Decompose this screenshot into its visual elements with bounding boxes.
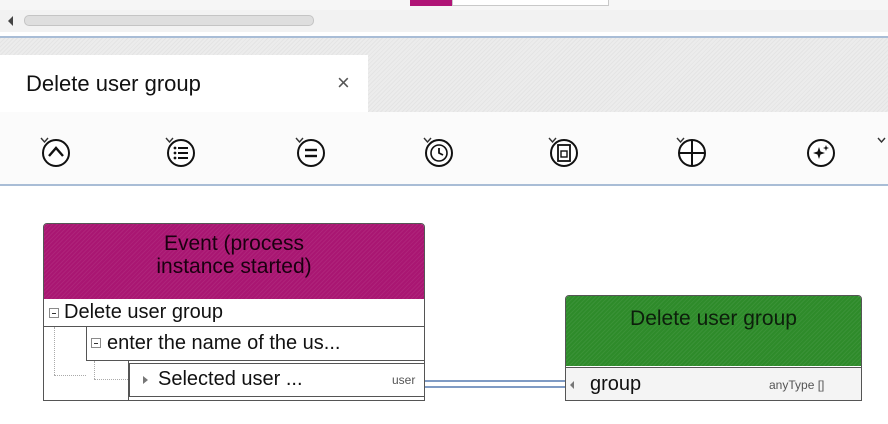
top-tab-indicator[interactable] [410,0,452,6]
task-node[interactable]: Delete user group group anyType [] [565,295,862,401]
tab-title: Delete user group [26,71,201,96]
tree-item-label: Selected user ... [158,368,303,390]
collapse-icon[interactable] [91,338,101,348]
tree-item-box[interactable]: Selected user ... user [129,363,424,397]
chevron-down-icon[interactable] [548,137,557,143]
event-node[interactable]: Event (process instance started) Delete … [43,223,425,401]
top-tab[interactable] [452,0,609,6]
tree-item-delete-user-group[interactable]: Delete user group [44,299,424,327]
toolbar [0,112,888,184]
tree-guide [54,327,55,375]
tree-item-label: enter the name of the us... [107,332,341,354]
collapse-icon[interactable] [49,308,59,318]
close-icon[interactable]: × [337,70,350,96]
plus-tool-button[interactable] [676,134,766,168]
event-title-line2: instance started) [156,255,312,278]
expand-arrow-icon[interactable] [142,375,149,385]
type-tag: user [392,373,416,387]
event-node-header[interactable]: Event (process instance started) [44,224,424,299]
tree-guide [54,375,86,376]
tab-bar: Delete user group × [0,38,888,112]
tree-item-selected-user[interactable]: Selected user ... user [128,361,424,400]
document-tool-button[interactable] [548,134,638,168]
scroll-thumb[interactable] [24,15,314,26]
sparkle-tool-button[interactable] [805,134,888,168]
chevron-down-icon[interactable] [295,137,304,143]
equals-tool-button[interactable] [295,134,385,168]
clock-tool-button[interactable] [423,134,513,168]
event-title-line1: Event (process [163,232,305,255]
port-row[interactable]: group anyType [] [566,367,861,400]
connector-line[interactable] [424,386,566,388]
tree-guide [94,379,128,380]
chevron-down-icon[interactable] [40,137,49,143]
task-title: Delete user group [630,307,797,330]
port-label: group [590,373,642,395]
scroll-left-icon[interactable] [8,16,13,26]
chevron-down-icon[interactable] [165,137,174,143]
port-arrow-icon [570,381,574,389]
chevron-down-icon[interactable] [423,137,432,143]
horizontal-scrollbar[interactable] [0,10,888,32]
list-tool-button[interactable] [165,134,255,168]
tree-item-label: Delete user group [64,301,223,323]
diagram-canvas[interactable]: Event (process instance started) Delete … [0,186,888,424]
tree-guide [94,361,95,379]
port-type: anyType [] [769,378,825,392]
sparkle-circle-icon [807,139,835,167]
chevron-down-icon[interactable] [676,137,685,143]
connector-line[interactable] [424,380,566,382]
up-tool-button[interactable] [40,134,130,168]
tab-delete-user-group[interactable]: Delete user group × [0,55,368,112]
tree-item-enter-name[interactable]: enter the name of the us... [86,327,424,361]
task-node-header[interactable]: Delete user group [566,296,861,366]
chevron-down-icon[interactable] [877,137,886,143]
